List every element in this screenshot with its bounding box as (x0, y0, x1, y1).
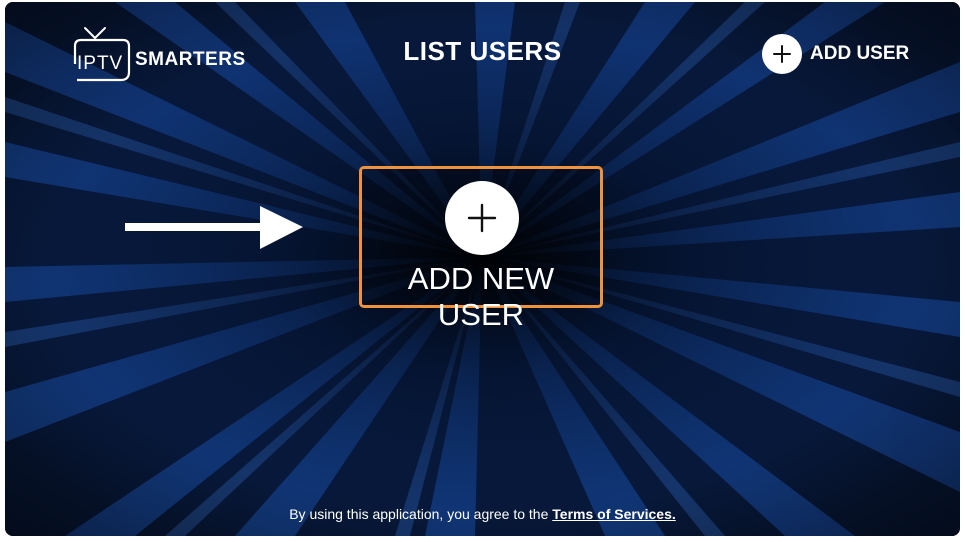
add-user-button[interactable]: ADD USER (762, 32, 909, 76)
add-user-label: ADD USER (810, 43, 910, 64)
terms-notice: By using this application, you agree to … (5, 506, 960, 522)
plus-icon (762, 34, 802, 74)
terms-prefix: By using this application, you agree to … (289, 506, 549, 522)
terms-of-services-link[interactable]: Terms of Services. (552, 506, 675, 522)
app-window: IPTV SMARTERS LIST USERS ADD USER ADD NE… (5, 2, 960, 536)
add-new-user-label: ADD NEW USER (407, 261, 555, 332)
arrow-right-icon (125, 206, 303, 249)
add-new-user-button[interactable]: ADD NEW USER (359, 166, 603, 332)
plus-icon (445, 181, 519, 255)
